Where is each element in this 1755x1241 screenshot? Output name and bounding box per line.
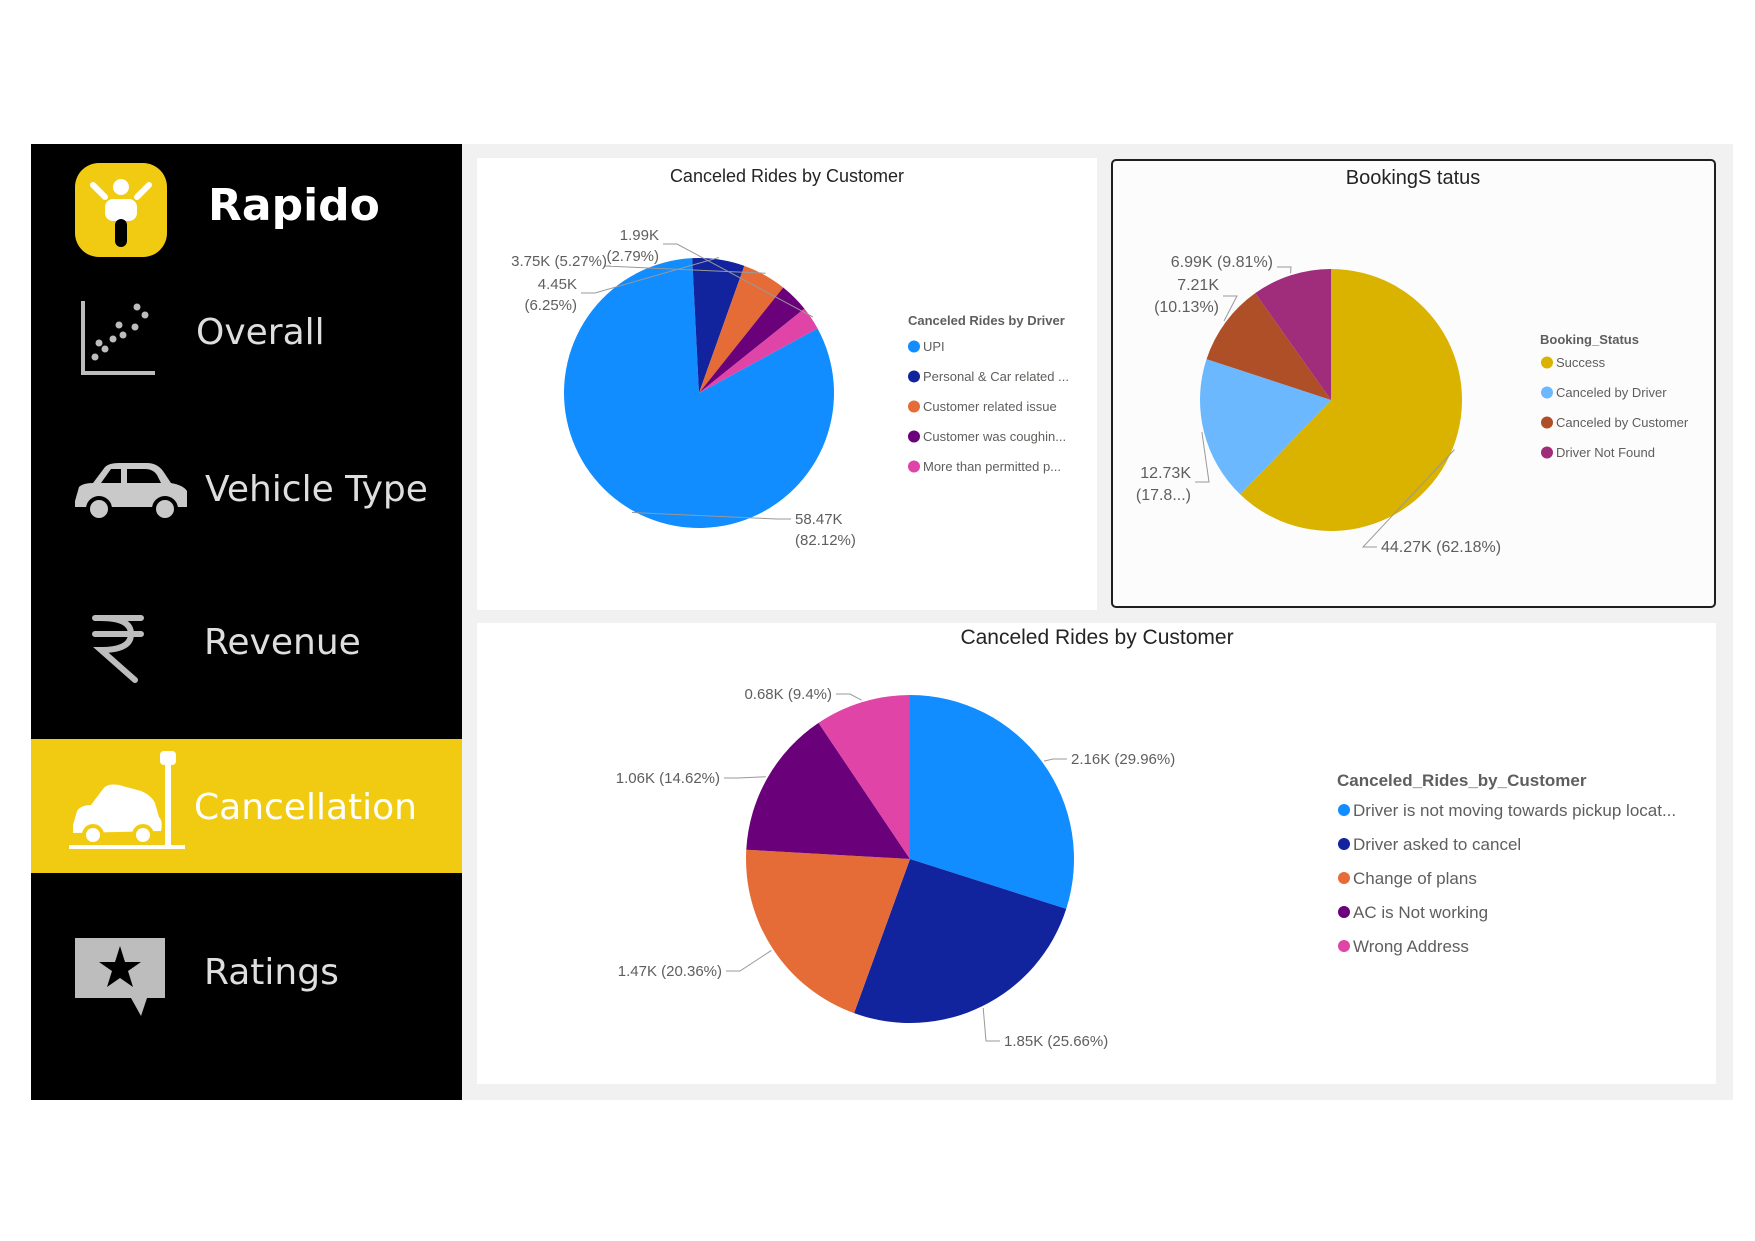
- dashboard-canvas: Canceled Rides by Customer 58.47K (82.12%…: [462, 144, 1733, 1100]
- nav-label-vehicle-type: Vehicle Type: [205, 469, 428, 510]
- legend-marker: [908, 340, 920, 353]
- legend-marker: [1541, 416, 1553, 429]
- legend-item-personal-car-related[interactable]: Personal & Car related ...: [923, 369, 1069, 384]
- nav-label-overall: Overall: [196, 312, 325, 353]
- data-label: 12.73K: [1140, 465, 1191, 482]
- data-label: 58.47K: [795, 511, 843, 528]
- legend-item-more-than-permitted-p[interactable]: More than permitted p...: [923, 459, 1061, 474]
- leader-line: [1277, 266, 1292, 274]
- legend-item-canceled-by-driver[interactable]: Canceled by Driver: [1556, 385, 1667, 400]
- leader-line: [1043, 758, 1067, 762]
- pie-chart-driver-cancellations: Canceled Rides by Customer 58.47K (82.12%…: [511, 166, 1069, 549]
- legend-item-driver-not-found[interactable]: Driver Not Found: [1556, 445, 1655, 460]
- nav-item-ratings[interactable]: Ratings: [31, 934, 462, 1034]
- nav-label-ratings: Ratings: [204, 952, 339, 993]
- legend-marker: [1338, 940, 1350, 953]
- car-icon: [75, 463, 187, 522]
- brand-name: Rapido: [208, 180, 380, 231]
- leader-line: [724, 776, 766, 779]
- legend-marker: [908, 430, 920, 443]
- leader-line: [982, 1007, 1000, 1042]
- legend-marker: [908, 400, 920, 413]
- rupee-icon: [92, 615, 144, 683]
- legend-item-customer-was-coughin[interactable]: Customer was coughin...: [923, 429, 1066, 444]
- data-label: 1.85K (25.66%): [1004, 1033, 1108, 1050]
- legend-item-driver-is-not-moving-towards-pickup-locat[interactable]: Driver is not moving towards pickup loca…: [1353, 801, 1676, 820]
- data-label: 1.99K: [620, 227, 659, 244]
- data-label: 1.06K (14.62%): [616, 770, 720, 787]
- car-crash-icon: [69, 751, 185, 849]
- data-label: (6.25%): [524, 297, 577, 314]
- chart-panel-customer-cancellations[interactable]: Canceled Rides by Customer 2.16K (29.96%…: [477, 623, 1716, 1084]
- legend-item-upi[interactable]: UPI: [923, 339, 945, 354]
- legend-marker: [908, 370, 920, 383]
- legend-item-success[interactable]: Success: [1556, 355, 1606, 370]
- legend-title: Booking_Status: [1540, 332, 1639, 347]
- chart-panel-driver-cancellations[interactable]: Canceled Rides by Customer 58.47K (82.12%…: [477, 158, 1097, 610]
- chart-title: Canceled Rides by Customer: [670, 166, 904, 186]
- legend-title: Canceled_Rides_by_Customer: [1337, 771, 1587, 790]
- data-label: 0.68K (9.4%): [744, 686, 832, 703]
- data-label: 2.16K (29.96%): [1071, 751, 1175, 768]
- legend-item-wrong-address[interactable]: Wrong Address: [1353, 937, 1469, 956]
- leader-line: [836, 693, 862, 701]
- nav-item-vehicle-type[interactable]: Vehicle Type: [31, 449, 462, 545]
- scooter-logo-icon: [75, 163, 167, 257]
- chart-title: BookingS tatus: [1346, 167, 1481, 189]
- nav-item-overall[interactable]: Overall: [31, 294, 462, 390]
- legend-marker: [1541, 356, 1553, 369]
- chart-panel-booking-status[interactable]: BookingS tatus 44.27K (62.18%) 12.73K (17.…: [1111, 159, 1716, 608]
- legend-marker: [1541, 386, 1553, 399]
- data-label: (10.13%): [1154, 299, 1219, 316]
- legend-marker: [1338, 872, 1350, 885]
- data-label: 44.27K (62.18%): [1381, 539, 1501, 556]
- chart-title: Canceled Rides by Customer: [960, 626, 1233, 649]
- data-label: 3.75K (5.27%): [511, 253, 607, 270]
- legend-marker: [1338, 906, 1350, 919]
- legend-item-canceled-by-customer[interactable]: Canceled by Customer: [1556, 415, 1689, 430]
- brand-header[interactable]: Rapido: [31, 144, 462, 269]
- rating-star-icon: [75, 938, 165, 1016]
- leader-line: [726, 949, 772, 972]
- legend-marker: [1338, 838, 1350, 851]
- legend-marker: [1541, 446, 1553, 459]
- legend-item-ac-is-not-working[interactable]: AC is Not working: [1353, 903, 1488, 922]
- legend-marker: [908, 460, 920, 473]
- legend-item-change-of-plans[interactable]: Change of plans: [1353, 869, 1477, 888]
- legend-title: Canceled Rides by Driver: [908, 313, 1065, 328]
- nav-label-cancellation: Cancellation: [194, 787, 417, 828]
- pie-chart-booking-status: BookingS tatus 44.27K (62.18%) 12.73K (17.…: [1136, 167, 1689, 556]
- nav-item-cancellation[interactable]: Cancellation: [31, 739, 462, 873]
- data-label: 4.45K: [538, 276, 577, 293]
- scatter-chart-icon: [81, 301, 155, 375]
- data-label: (2.79%): [606, 248, 659, 265]
- nav-item-revenue[interactable]: Revenue: [31, 608, 462, 704]
- data-label: 6.99K (9.81%): [1171, 254, 1273, 271]
- data-label: (82.12%): [795, 532, 856, 549]
- data-label: (17.8...): [1136, 487, 1191, 504]
- legend-marker: [1338, 804, 1350, 817]
- legend-item-driver-asked-to-cancel[interactable]: Driver asked to cancel: [1353, 835, 1521, 854]
- legend-item-customer-related-issue[interactable]: Customer related issue: [923, 399, 1057, 414]
- nav-label-revenue: Revenue: [204, 622, 361, 663]
- pie-chart-customer-cancellations: Canceled Rides by Customer 2.16K (29.96%…: [616, 626, 1676, 1050]
- data-label: 1.47K (20.36%): [618, 963, 722, 980]
- sidebar-nav: Rapido Overall Vehicle Type Revenue Canc…: [31, 144, 462, 1100]
- data-label: 7.21K: [1177, 277, 1219, 294]
